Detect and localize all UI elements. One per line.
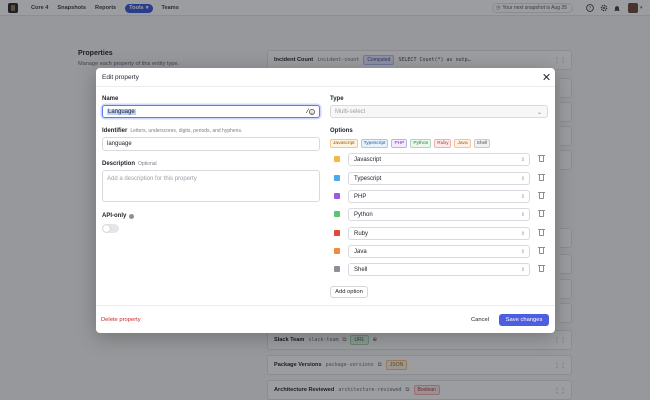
trash-icon[interactable] <box>538 246 545 254</box>
chevron-down-icon: ⌄ <box>536 110 542 116</box>
color-swatch[interactable] <box>334 248 340 254</box>
type-select[interactable]: Multi-select ⌄ <box>330 105 548 118</box>
option-input[interactable]: Java ⇕ <box>348 245 530 258</box>
color-swatch[interactable] <box>334 193 340 199</box>
identifier-label: Identifier Letters, underscores, digits, … <box>102 128 242 134</box>
option-input-value: Shell <box>354 266 368 273</box>
drag-handle-icon[interactable]: ⇕ <box>521 176 525 182</box>
identifier-field-value: language <box>107 141 132 147</box>
option-row: PHP ⇕ <box>333 190 548 203</box>
options-label: Options <box>330 128 353 134</box>
option-row: Typescript ⇕ <box>333 172 548 185</box>
color-swatch[interactable] <box>334 156 340 162</box>
option-row: Java ⇕ <box>333 245 548 258</box>
name-field-icons: ⁄ ☺ <box>307 109 315 115</box>
option-input[interactable]: Python ⇕ <box>348 208 530 221</box>
option-input-value: Ruby <box>354 230 369 237</box>
type-select-value: Multi-select <box>335 108 366 115</box>
modal-header: Edit property <box>96 68 555 87</box>
option-input[interactable]: Typescript ⇕ <box>348 172 530 185</box>
api-only-toggle[interactable] <box>102 224 119 233</box>
drag-handle-icon[interactable]: ⇕ <box>521 267 525 273</box>
option-chip: Java <box>454 139 471 148</box>
color-swatch[interactable] <box>334 211 340 217</box>
identifier-field[interactable]: language <box>102 137 320 151</box>
identifier-hint: Letters, underscores, digits, periods, a… <box>130 128 243 134</box>
option-input[interactable]: Ruby ⇕ <box>348 227 530 240</box>
option-input[interactable]: Javascript ⇕ <box>348 153 530 166</box>
drag-handle-icon[interactable]: ⇕ <box>521 194 525 200</box>
option-chip: Typescript <box>360 139 389 148</box>
option-chip: PHP <box>391 139 408 148</box>
description-label: Description Optional <box>102 161 157 167</box>
color-swatch[interactable] <box>334 230 340 236</box>
option-row: Javascript ⇕ <box>333 153 548 166</box>
type-label: Type <box>330 96 344 102</box>
drag-handle-icon[interactable]: ⇕ <box>521 231 525 237</box>
option-chip: Ruby <box>434 139 452 148</box>
option-chip: Javascript <box>330 139 358 148</box>
footer-divider <box>96 305 555 306</box>
trash-icon[interactable] <box>538 191 545 199</box>
option-input[interactable]: Shell ⇕ <box>348 263 530 276</box>
emoji-icon[interactable]: ☺ <box>309 109 315 115</box>
description-placeholder: Add a description for this property <box>107 176 197 182</box>
close-icon[interactable] <box>542 73 550 81</box>
option-row: Python ⇕ <box>333 208 548 221</box>
color-swatch[interactable] <box>334 175 340 181</box>
trash-icon[interactable] <box>538 228 545 236</box>
name-label: Name <box>102 96 119 102</box>
options-preview: Javascript Typescript PHP Python Ruby Ja… <box>330 139 491 148</box>
identifier-label-text: Identifier <box>102 128 128 134</box>
drag-handle-icon[interactable]: ⇕ <box>521 212 525 218</box>
option-chip: Shell <box>473 139 491 148</box>
option-row: Shell ⇕ <box>333 263 548 276</box>
option-input-value: Javascript <box>354 156 382 163</box>
option-row: Ruby ⇕ <box>333 227 548 240</box>
trash-icon[interactable] <box>538 173 545 181</box>
trash-icon[interactable] <box>538 154 545 162</box>
trash-icon[interactable] <box>538 264 545 272</box>
info-icon[interactable] <box>129 214 134 219</box>
cursor-icon: ⁄ <box>306 109 308 115</box>
option-input-value: Typescript <box>354 175 382 182</box>
api-only-label: API-only <box>102 213 127 219</box>
option-input[interactable]: PHP ⇕ <box>348 190 530 203</box>
add-option-button[interactable]: Add option <box>330 286 368 298</box>
modal-title: Edit property <box>102 74 139 81</box>
option-input-value: PHP <box>354 193 367 200</box>
description-label-text: Description <box>102 161 136 167</box>
option-input-value: Java <box>354 248 367 255</box>
cancel-button[interactable]: Cancel <box>466 314 494 326</box>
trash-icon[interactable] <box>538 209 545 217</box>
color-swatch[interactable] <box>334 266 340 272</box>
save-changes-button[interactable]: Save changes <box>499 314 549 326</box>
drag-handle-icon[interactable]: ⇕ <box>521 249 525 255</box>
name-field-value: Language <box>107 108 136 115</box>
description-field[interactable]: Add a description for this property <box>102 170 320 202</box>
option-chip: Python <box>410 139 432 148</box>
drag-handle-icon[interactable]: ⇕ <box>521 157 525 163</box>
description-hint: Optional <box>138 161 157 167</box>
delete-property-button[interactable]: Delete property <box>101 314 145 326</box>
option-input-value: Python <box>354 211 373 218</box>
name-field[interactable]: Language ⁄ ☺ <box>102 105 320 118</box>
